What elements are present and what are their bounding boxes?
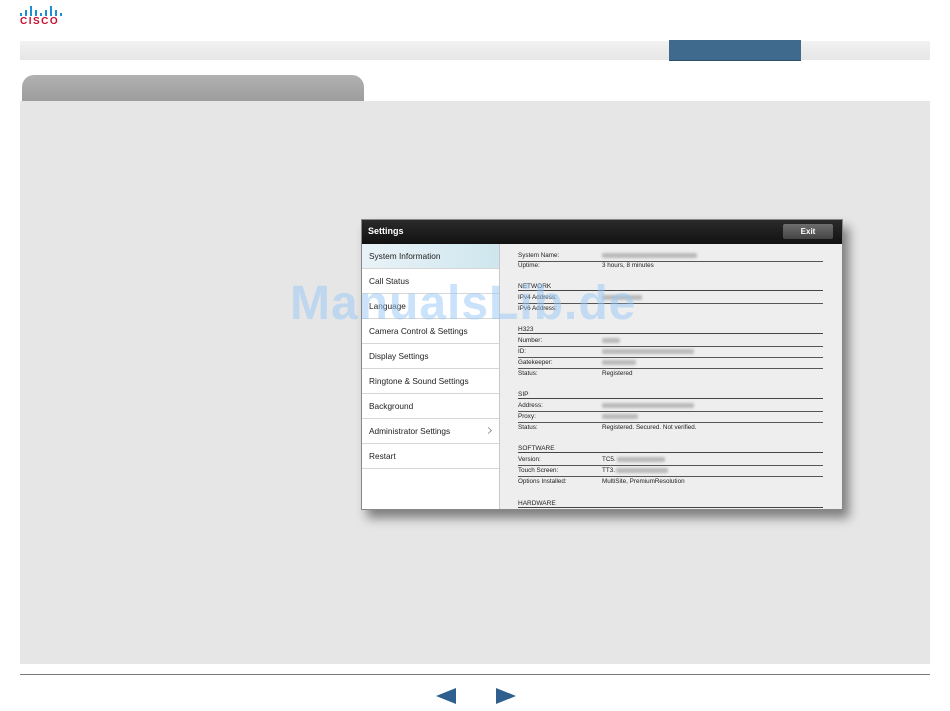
menu-item-label: Administrator Settings: [369, 426, 451, 436]
info-label: Status:: [518, 424, 538, 431]
info-value: TT3.: [602, 467, 615, 474]
section-heading-software: SOFTWARE: [518, 445, 555, 452]
settings-window: Settings Exit System Information Call St…: [361, 219, 843, 510]
redacted-value: [602, 403, 694, 408]
section-tab: [22, 75, 364, 102]
info-row-h323-number: Number:: [518, 336, 823, 347]
info-row-h323-status: Status: Registered: [518, 369, 823, 379]
previous-page-arrow-icon[interactable]: [436, 688, 456, 704]
menu-item-label: Display Settings: [369, 351, 429, 361]
redacted-value: [617, 457, 665, 462]
redacted-value: [616, 468, 668, 473]
redacted-value: [602, 414, 638, 419]
exit-button[interactable]: Exit: [783, 224, 833, 239]
info-value: Registered. Secured. Not verified.: [602, 424, 697, 431]
footer-divider: [20, 674, 930, 675]
info-row-sip-status: Status: Registered. Secured. Not verifie…: [518, 423, 823, 433]
info-value: 3 hours, 8 minutes: [602, 262, 654, 269]
info-row-options: Options Installed: MultiSite, PremiumRes…: [518, 477, 823, 487]
info-label: Proxy:: [518, 413, 536, 420]
info-label: Gatekeeper:: [518, 359, 553, 366]
info-value: TC5.: [602, 456, 616, 463]
info-label: Options Installed:: [518, 478, 567, 485]
settings-title: Settings: [368, 226, 404, 236]
redacted-value: [602, 360, 636, 365]
info-row-h323-gatekeeper: Gatekeeper:: [518, 358, 823, 369]
info-label: Uptime:: [518, 262, 540, 269]
menu-item-system-information[interactable]: System Information: [362, 244, 499, 269]
section-rule: [518, 452, 823, 453]
menu-item-display-settings[interactable]: Display Settings: [362, 344, 499, 369]
info-label: System Name:: [518, 252, 560, 259]
next-page-arrow-icon[interactable]: [496, 688, 516, 704]
section-rule: [518, 398, 823, 399]
cisco-logo: CISCO: [20, 4, 70, 28]
info-row-uptime: Uptime: 3 hours, 8 minutes: [518, 261, 823, 271]
section-rule: [518, 333, 823, 334]
info-row-touch-screen: Touch Screen: TT3.: [518, 466, 823, 477]
info-label: Number:: [518, 337, 543, 344]
menu-item-label: Ringtone & Sound Settings: [369, 376, 469, 386]
info-row-version: Version: TC5.: [518, 455, 823, 466]
info-row-sip-address: Address:: [518, 401, 823, 412]
info-label: Version:: [518, 456, 541, 463]
watermark-text: ManualsLib.de: [290, 277, 637, 330]
info-label: Address:: [518, 402, 543, 409]
redacted-value: [602, 253, 697, 258]
redacted-value: [602, 349, 694, 354]
menu-item-label: Background: [369, 401, 414, 411]
redacted-value: [602, 338, 620, 343]
menu-item-ringtone-sound[interactable]: Ringtone & Sound Settings: [362, 369, 499, 394]
info-label: ID:: [518, 348, 527, 355]
info-label: Status:: [518, 370, 538, 377]
section-heading-sip: SIP: [518, 391, 529, 398]
chevron-right-icon: [484, 426, 493, 435]
nav-tab-active[interactable]: [669, 40, 801, 61]
cisco-logo-text: CISCO: [20, 16, 60, 27]
menu-item-background[interactable]: Background: [362, 394, 499, 419]
cisco-bars-icon: [20, 4, 68, 16]
info-value: Registered: [602, 370, 633, 377]
settings-titlebar: Settings Exit: [362, 220, 842, 244]
info-label: Touch Screen:: [518, 467, 559, 474]
menu-item-label: System Information: [369, 251, 441, 261]
section-rule: [518, 507, 823, 508]
info-value: MultiSite, PremiumResolution: [602, 478, 685, 485]
section-heading-hardware: HARDWARE: [518, 500, 556, 507]
menu-item-restart[interactable]: Restart: [362, 444, 499, 469]
info-row-sip-proxy: Proxy:: [518, 412, 823, 423]
menu-item-label: Restart: [369, 451, 396, 461]
info-row-h323-id: ID:: [518, 347, 823, 358]
menu-item-administrator-settings[interactable]: Administrator Settings: [362, 419, 499, 444]
